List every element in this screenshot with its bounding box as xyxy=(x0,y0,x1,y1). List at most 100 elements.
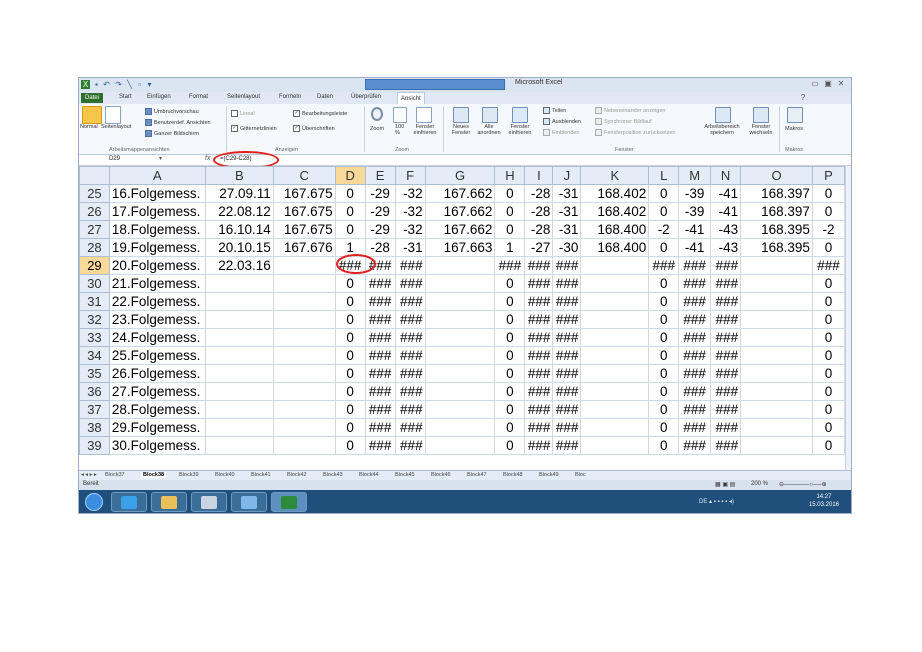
cell-c38[interactable] xyxy=(272,418,336,437)
cell-h39[interactable]: 0 xyxy=(494,436,526,455)
cell-g36[interactable] xyxy=(424,382,496,401)
cell-f29[interactable]: ### xyxy=(394,256,426,275)
cell-l37[interactable]: 0 xyxy=(648,400,680,419)
cell-g34[interactable] xyxy=(424,346,496,365)
cell-o30[interactable] xyxy=(740,274,813,293)
macros-label[interactable]: Makros xyxy=(785,126,803,132)
cell-o34[interactable] xyxy=(740,346,813,365)
cell-n32[interactable]: ### xyxy=(710,310,742,329)
cell-o29[interactable] xyxy=(740,256,813,275)
cell-j30[interactable]: ### xyxy=(552,274,582,293)
cell-j39[interactable]: ### xyxy=(552,436,582,455)
sheet-tab-block40[interactable]: Block40 xyxy=(215,472,235,478)
cell-l34[interactable]: 0 xyxy=(648,346,680,365)
fx-icon[interactable]: fx xyxy=(205,155,210,162)
cell-j36[interactable]: ### xyxy=(552,382,582,401)
cell-j38[interactable]: ### xyxy=(552,418,582,437)
cell-k34[interactable] xyxy=(580,346,650,365)
cell-f32[interactable]: ### xyxy=(394,310,426,329)
cell-m33[interactable]: ### xyxy=(678,328,712,347)
column-header-j[interactable]: J xyxy=(552,166,582,185)
cell-m28[interactable]: -41 xyxy=(678,238,712,257)
tab-daten[interactable]: Daten xyxy=(317,94,333,100)
cell-c39[interactable] xyxy=(272,436,336,455)
name-box-dropdown-icon[interactable]: ▾ xyxy=(159,155,162,162)
language-indicator[interactable]: DE xyxy=(699,499,707,505)
cell-p27[interactable]: -2 xyxy=(811,220,845,239)
cell-p28[interactable]: 0 xyxy=(811,238,845,257)
new-window-label[interactable]: Neues Fenster xyxy=(449,124,473,136)
cell-f31[interactable]: ### xyxy=(394,292,426,311)
page-layout-icon[interactable] xyxy=(105,106,121,124)
cell-g27[interactable]: 167.662 xyxy=(424,220,496,239)
cell-b25[interactable]: 27.09.11 xyxy=(204,184,274,203)
cell-n39[interactable]: ### xyxy=(710,436,742,455)
column-header-e[interactable]: E xyxy=(364,166,396,185)
cell-j28[interactable]: -30 xyxy=(552,238,582,257)
cell-f34[interactable]: ### xyxy=(394,346,426,365)
cell-i28[interactable]: -27 xyxy=(524,238,554,257)
cell-e31[interactable]: ### xyxy=(364,292,396,311)
cell-a29[interactable]: 20.Folgemess. xyxy=(108,256,206,275)
row-header[interactable]: 32 xyxy=(79,310,110,329)
zoom-100-label[interactable]: 100 % xyxy=(395,124,409,136)
cell-g33[interactable] xyxy=(424,328,496,347)
cell-i36[interactable]: ### xyxy=(524,382,554,401)
cell-n33[interactable]: ### xyxy=(710,328,742,347)
cell-a26[interactable]: 17.Folgemess. xyxy=(108,202,206,221)
cell-l36[interactable]: 0 xyxy=(648,382,680,401)
cell-n27[interactable]: -43 xyxy=(710,220,742,239)
cell-h33[interactable]: 0 xyxy=(494,328,526,347)
cell-i25[interactable]: -28 xyxy=(524,184,554,203)
tab-ueberpruefen[interactable]: Überprüfen xyxy=(351,94,381,100)
cell-p37[interactable]: 0 xyxy=(811,400,845,419)
cell-n38[interactable]: ### xyxy=(710,418,742,437)
cell-g37[interactable] xyxy=(424,400,496,419)
cell-k30[interactable] xyxy=(580,274,650,293)
cell-c35[interactable] xyxy=(272,364,336,383)
cell-o39[interactable] xyxy=(740,436,813,455)
split-button[interactable]: Teilen xyxy=(543,107,566,114)
cell-c33[interactable] xyxy=(272,328,336,347)
cell-p36[interactable]: 0 xyxy=(811,382,845,401)
normal-view-label[interactable]: Normal xyxy=(80,124,98,130)
cell-o27[interactable]: 168.395 xyxy=(740,220,813,239)
cell-n25[interactable]: -41 xyxy=(710,184,742,203)
zoom-selection-label[interactable]: Fenster einfrieren xyxy=(413,124,437,136)
sheet-tab-block44[interactable]: Block44 xyxy=(359,472,379,478)
cell-f37[interactable]: ### xyxy=(394,400,426,419)
cell-e32[interactable]: ### xyxy=(364,310,396,329)
cell-a32[interactable]: 23.Folgemess. xyxy=(108,310,206,329)
arrange-all-label[interactable]: Alle anordnen xyxy=(477,124,501,136)
cell-b30[interactable] xyxy=(204,274,274,293)
start-button-icon[interactable] xyxy=(85,493,103,511)
cell-k39[interactable] xyxy=(580,436,650,455)
cell-d36[interactable]: 0 xyxy=(334,382,366,401)
column-header-g[interactable]: G xyxy=(424,166,496,185)
vertical-scrollbar[interactable] xyxy=(845,166,851,470)
cell-c31[interactable] xyxy=(272,292,336,311)
cell-a38[interactable]: 29.Folgemess. xyxy=(108,418,206,437)
row-header[interactable]: 27 xyxy=(79,220,110,239)
taskbar-excel[interactable] xyxy=(271,492,307,512)
cell-e37[interactable]: ### xyxy=(364,400,396,419)
row-header[interactable]: 33 xyxy=(79,328,110,347)
sheet-tab-block37[interactable]: Block37 xyxy=(105,472,125,478)
row-header[interactable]: 34 xyxy=(79,346,110,365)
cell-a36[interactable]: 27.Folgemess. xyxy=(108,382,206,401)
undo-icon[interactable]: ↶ xyxy=(102,80,111,89)
cell-e34[interactable]: ### xyxy=(364,346,396,365)
cell-e30[interactable]: ### xyxy=(364,274,396,293)
cell-l29[interactable]: ### xyxy=(648,256,680,275)
tab-datei[interactable]: Datei xyxy=(81,93,103,103)
switch-windows-icon[interactable] xyxy=(753,107,769,123)
cell-k35[interactable] xyxy=(580,364,650,383)
cell-d38[interactable]: 0 xyxy=(334,418,366,437)
sheet-tab-block45[interactable]: Block45 xyxy=(395,472,415,478)
cell-a37[interactable]: 28.Folgemess. xyxy=(108,400,206,419)
cell-b29[interactable]: 22.03.16 xyxy=(204,256,274,275)
cell-g25[interactable]: 167.662 xyxy=(424,184,496,203)
formula-bar-checkbox[interactable]: ✓ Bearbeitungsleiste xyxy=(293,110,347,117)
cell-i35[interactable]: ### xyxy=(524,364,554,383)
row-header[interactable]: 37 xyxy=(79,400,110,419)
